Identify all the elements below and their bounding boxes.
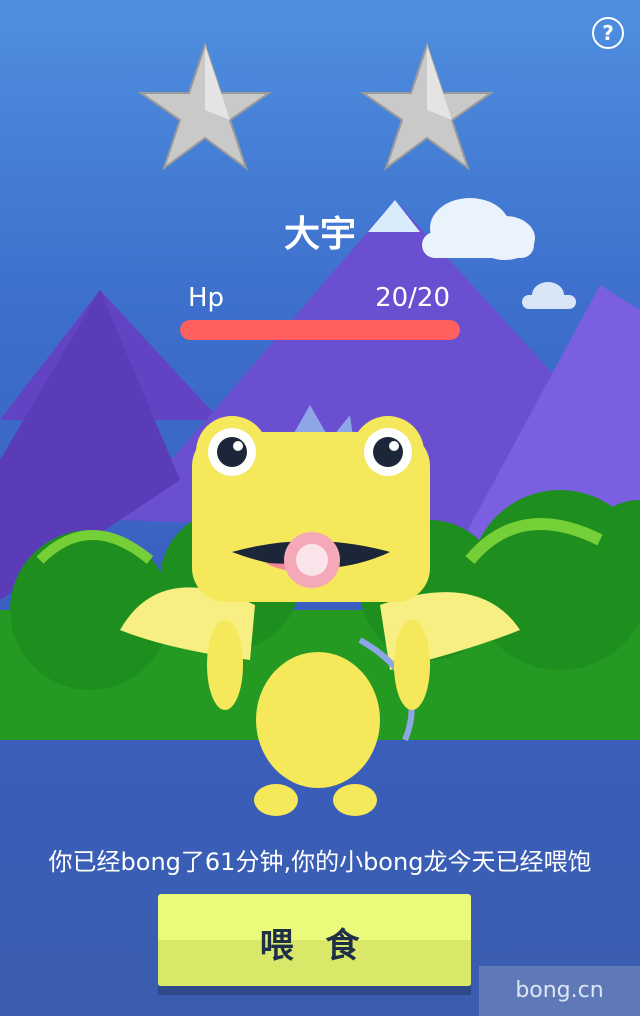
hp-bar xyxy=(180,320,460,340)
watermark: bong.cn xyxy=(479,966,640,1016)
star-right xyxy=(359,41,495,171)
status-text: 你已经bong了61分钟,你的小bong龙今天已经喂饱 xyxy=(48,848,592,876)
help-button[interactable]: ? xyxy=(592,17,624,49)
feed-button-label: 喂 食 xyxy=(259,926,370,966)
hp-value: 20/20 xyxy=(375,283,450,313)
star-left xyxy=(137,41,273,171)
hp-label: Hp xyxy=(188,283,225,313)
cloud-small xyxy=(522,282,576,309)
cloud-large xyxy=(422,198,535,260)
hp-bar-fill xyxy=(180,320,460,340)
feed-button[interactable]: 喂 食 xyxy=(158,894,471,995)
game-screen: ? 大宇 Hp 20/20 你已经bong了61分钟,你的小bong龙今天已经喂… xyxy=(0,0,640,1016)
question-icon: ? xyxy=(602,21,614,45)
pet-name: 大宇 xyxy=(283,214,356,255)
